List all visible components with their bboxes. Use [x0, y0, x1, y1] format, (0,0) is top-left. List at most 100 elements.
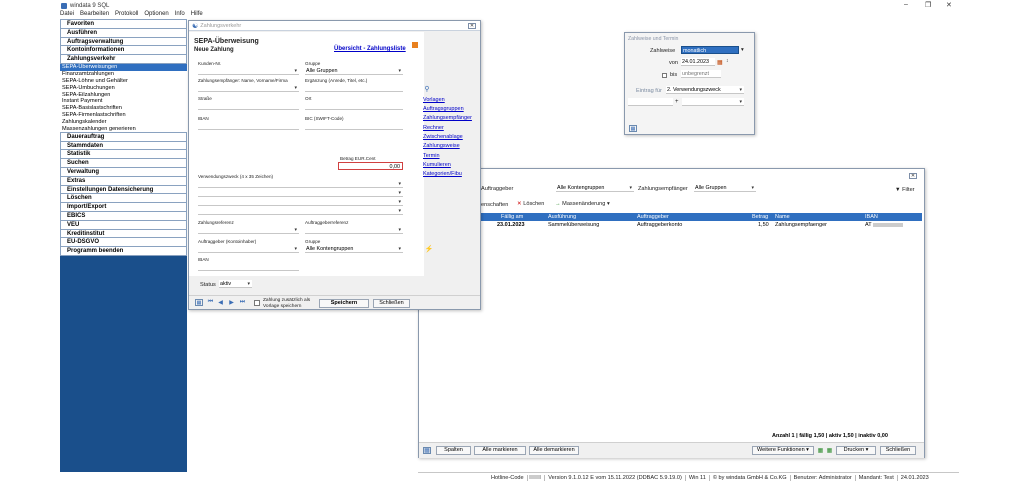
verwendungszweck-line-3[interactable] — [198, 198, 403, 206]
link-zwischenablage[interactable]: Zwischenablage — [423, 134, 463, 140]
status-value: aktiv — [220, 281, 232, 287]
iban2-label: IBAN — [198, 257, 209, 262]
hotline-label: Hotline-Code — [488, 475, 528, 481]
link-vorlagen[interactable]: Vorlagen — [423, 97, 445, 103]
vorlage-checkbox[interactable] — [254, 300, 260, 306]
link-termin[interactable]: Termin — [423, 153, 440, 159]
betrag-input[interactable]: 0,00 — [338, 162, 403, 170]
link-auftragsgruppen[interactable]: Auftragsgruppen — [423, 106, 464, 112]
last-record-icon[interactable]: ⏭ — [239, 299, 246, 306]
col-faellig[interactable]: Fällig am — [501, 214, 523, 220]
arrow-icon: → — [555, 201, 561, 207]
weitere-funktionen-button[interactable]: Weitere Funktionen ▾ — [752, 446, 814, 455]
lightning-icon[interactable]: ⚡ — [425, 245, 434, 253]
nav-sepa-basislastschriften[interactable]: SEPA-Basislastschriften — [60, 105, 187, 113]
link-kumulieren[interactable]: Kumulieren — [423, 162, 451, 168]
gruppe2-select[interactable]: Alle Kontengruppen — [305, 245, 403, 253]
eintrag-extra-field[interactable] — [628, 98, 673, 106]
strasse-label: Straße — [198, 96, 212, 101]
zahlweise-select[interactable]: monatlich — [681, 46, 739, 54]
auftraggeber-konto-select[interactable] — [198, 245, 299, 253]
auftraggeber-select[interactable]: Alle Kontengruppen — [556, 184, 634, 192]
kunden-nr-select[interactable] — [198, 67, 299, 75]
uebersicht-link[interactable]: Übersicht - Zahlungsliste — [334, 46, 406, 52]
liste-schliessen-button[interactable]: Schließen — [880, 446, 916, 455]
zahlungsreferenz-label: Zahlungsreferenz — [198, 220, 234, 225]
nav-sepa-umbuchungen[interactable]: SEPA-Umbuchungen — [60, 84, 187, 92]
gruppe-select[interactable]: Alle Gruppen — [305, 67, 403, 75]
massenaenderung-button[interactable]: → Massenänderung ▾ — [555, 201, 610, 207]
spalten-button[interactable]: Spalten — [436, 446, 471, 455]
iban2-input[interactable] — [198, 263, 299, 271]
menu-hilfe[interactable]: Hilfe — [191, 11, 203, 20]
nav-zahlungskalender[interactable]: Zahlungskalender — [60, 119, 187, 126]
iban-input[interactable] — [198, 122, 299, 130]
maximize-icon[interactable]: ❐ — [925, 1, 931, 9]
empfaenger-select[interactable]: Alle Gruppen — [694, 184, 756, 192]
eigenschaften-button[interactable]: enschaften — [481, 202, 508, 208]
bis-input[interactable]: unbegrenzt — [681, 70, 721, 78]
nav-sepa-firmenlastschriften[interactable]: SEPA-Firmenlastschriften — [60, 112, 187, 120]
dialog-table-icon[interactable]: ▦ — [195, 299, 203, 306]
eintrag-select[interactable]: 2. Verwendungszweck — [666, 86, 744, 94]
empfaenger-name-input[interactable] — [198, 84, 299, 92]
nav-sepa-eilzahlungen[interactable]: SEPA-Eilzahlungen — [60, 91, 187, 99]
col-auftraggeber[interactable]: Auftraggeber — [637, 214, 669, 220]
copy-icon[interactable]: ▦ — [826, 447, 833, 454]
os-info: Win 11 — [686, 475, 710, 481]
col-name[interactable]: Name — [775, 214, 790, 220]
status-select[interactable]: aktiv — [219, 280, 252, 288]
ort-input[interactable] — [305, 102, 403, 110]
bic-input[interactable] — [305, 122, 403, 130]
schliessen-button[interactable]: Schließen — [373, 299, 410, 308]
nav-instant-payment[interactable]: Instant Payment — [60, 98, 187, 106]
table-icon[interactable]: ▦ — [423, 447, 431, 454]
link-zahlungsempfaenger[interactable]: Zahlungsempfänger — [423, 115, 472, 121]
verwendungszweck-line-1[interactable] — [198, 180, 403, 188]
verwendungszweck-line-2[interactable] — [198, 189, 403, 197]
ergaenzung-input[interactable] — [305, 84, 403, 92]
nav-sepa-loehne[interactable]: SEPA-Löhne und Gehälter — [60, 77, 187, 85]
eintrag-extra-select[interactable] — [682, 98, 744, 106]
liste-close-icon[interactable]: ✕ — [909, 173, 917, 179]
loeschen-button[interactable]: ✕ Löschen — [517, 201, 544, 207]
zahlungsreferenz-input[interactable] — [198, 226, 299, 234]
nav-programm-beenden[interactable]: Programm beenden — [60, 246, 187, 257]
nav-finanzamtzahlungen[interactable]: Finanzamtzahlungen — [60, 70, 187, 78]
alle-markieren-button[interactable]: Alle markieren — [474, 446, 526, 455]
search-icon[interactable]: ⚲ — [423, 85, 431, 93]
link-zahlungsweise[interactable]: Zahlungsweise — [423, 143, 460, 149]
strasse-input[interactable] — [198, 102, 299, 110]
calendar-icon[interactable]: ▦ — [717, 59, 723, 66]
liste-schliessen-label: Schließen — [885, 447, 911, 453]
next-record-icon[interactable]: ▶ — [228, 299, 235, 306]
verwendungszweck-line-4[interactable] — [198, 207, 403, 215]
dialog-close-icon[interactable]: ✕ — [468, 23, 476, 29]
nav-sepa-ueberweisungen[interactable]: SEPA-Überweisungen — [60, 63, 187, 71]
export-icon[interactable]: ▦ — [817, 447, 824, 454]
weitere-label: Weitere Funktionen — [757, 447, 805, 453]
first-record-icon[interactable]: ⏮ — [207, 299, 214, 306]
zahlweise-chevron-icon[interactable]: ▾ — [741, 47, 744, 53]
termin-table-icon[interactable]: ▦ — [629, 125, 637, 132]
bis-checkbox[interactable] — [662, 73, 667, 78]
table-row[interactable]: 23.01.2023 Sammelüberweisung Auftraggebe… — [422, 221, 922, 229]
drucken-button[interactable]: Drucken ▾ — [836, 446, 876, 455]
link-rechner[interactable]: Rechner — [423, 125, 444, 131]
col-betrag[interactable]: Betrag — [752, 214, 768, 220]
filter-button[interactable]: ▼ Filter — [895, 187, 915, 193]
filter-icon: ▼ — [895, 187, 901, 193]
dialog-footer: ▦ ⏮ ◀ ▶ ⏭ Zahlung zusätzlich als Vorlage… — [189, 295, 480, 310]
von-spinner-icon[interactable]: ↕ — [726, 58, 729, 64]
speichern-button[interactable]: Speichern — [319, 299, 369, 308]
minimize-icon[interactable]: – — [904, 1, 908, 8]
col-iban[interactable]: IBAN — [865, 214, 878, 220]
link-kategorien-fibu[interactable]: Kategorien/Fibu — [423, 171, 462, 177]
form-heading: SEPA-Überweisung — [194, 38, 259, 45]
von-input[interactable]: 24.01.2023 — [681, 58, 715, 66]
prev-record-icon[interactable]: ◀ — [217, 299, 224, 306]
col-ausfuehrung[interactable]: Ausführung — [548, 214, 576, 220]
auftraggeberreferenz-input[interactable] — [305, 226, 403, 234]
close-icon[interactable]: ✕ — [946, 1, 952, 9]
alle-demarkieren-button[interactable]: Alle demarkieren — [529, 446, 579, 455]
